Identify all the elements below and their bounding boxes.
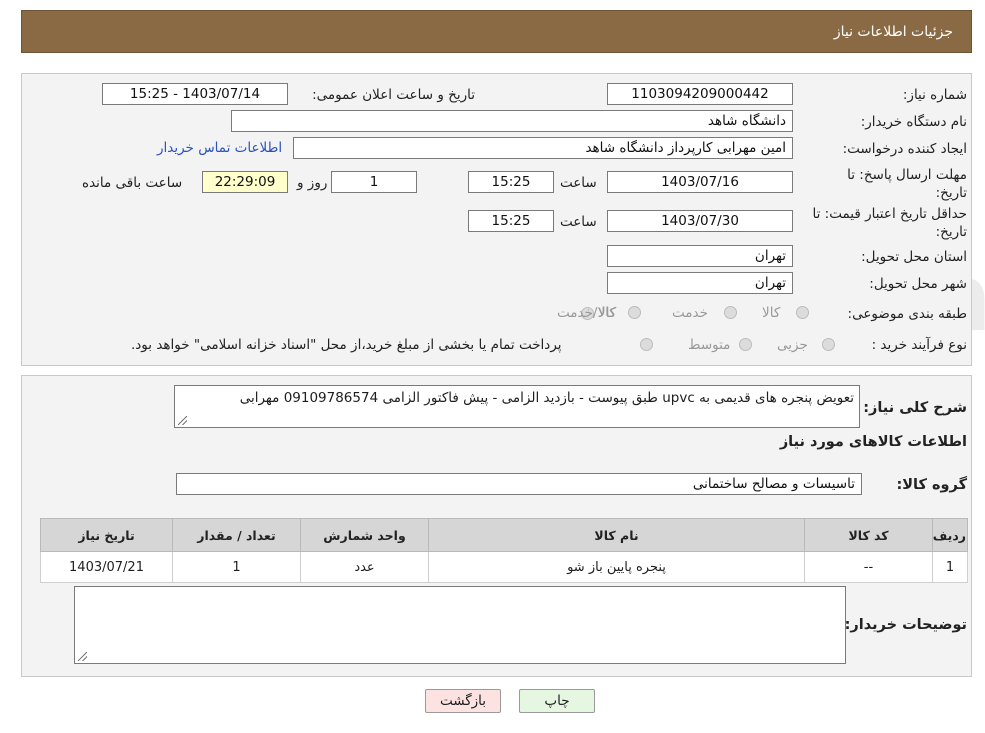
remaining-time-field: 22:29:09 bbox=[202, 171, 288, 193]
buyer-notes-textarea[interactable] bbox=[74, 586, 846, 664]
description-textarea[interactable]: تعویض پنجره های قدیمی به upvc طبق پیوست … bbox=[174, 385, 860, 428]
cell-row-index: 1 bbox=[932, 551, 968, 583]
process-label: نوع فرآیند خرید : bbox=[871, 337, 967, 353]
validity-time-field: 15:25 bbox=[468, 210, 554, 232]
deadline-date-field: 1403/07/16 bbox=[607, 171, 793, 193]
category-service-text: خدمت bbox=[672, 305, 708, 321]
cell-item-code: -- bbox=[804, 551, 933, 583]
province-field: تهران bbox=[607, 245, 793, 267]
header-need-date: تاریخ نیاز bbox=[40, 518, 173, 552]
creator-label: ایجاد کننده درخواست: bbox=[842, 141, 967, 157]
process-radio-medium[interactable] bbox=[739, 338, 752, 351]
page-header: جزئیات اطلاعات نیاز bbox=[21, 10, 972, 53]
process-radio-minor[interactable] bbox=[822, 338, 835, 351]
buyer-notes-label: توضیحات خریدار: bbox=[844, 617, 967, 633]
goods-group-field: تاسیسات و مصالح ساختمانی bbox=[176, 473, 862, 495]
process-medium-text: متوسط bbox=[688, 337, 731, 353]
announce-label: تاریخ و ساعت اعلان عمومی: bbox=[312, 87, 475, 103]
buyer-contact-link[interactable]: اطلاعات تماس خریدار bbox=[157, 140, 282, 156]
validity-label: حداقل تاریخ اعتبار قیمت: تا تاریخ: bbox=[812, 206, 967, 240]
province-label: استان محل تحویل: bbox=[861, 249, 967, 265]
days-label: روز و bbox=[297, 175, 328, 191]
process-minor-text: جزیی bbox=[777, 337, 808, 353]
header-quantity: تعداد / مقدار bbox=[172, 518, 301, 552]
cell-unit: عدد bbox=[300, 551, 429, 583]
table-row: 1 -- پنجره پایین باز شو عدد 1 1403/07/21 bbox=[40, 551, 968, 583]
cell-need-date: 1403/07/21 bbox=[40, 551, 173, 583]
category-radio-goods-btn[interactable] bbox=[796, 306, 809, 319]
category-goods-text: کالا bbox=[762, 305, 781, 321]
days-field: 1 bbox=[331, 171, 417, 193]
need-number-label: شماره نیاز: bbox=[902, 87, 967, 103]
need-number-field: 1103094209000442 bbox=[607, 83, 793, 105]
buyer-org-label: نام دستگاه خریدار: bbox=[860, 114, 967, 130]
process-note: پرداخت تمام یا بخشی از مبلغ خرید،از محل … bbox=[131, 337, 562, 353]
category-radio-service-btn[interactable] bbox=[724, 306, 737, 319]
cell-item-name: پنجره پایین باز شو bbox=[428, 551, 805, 583]
goods-table-header: ردیف کد کالا نام کالا واحد شمارش تعداد /… bbox=[40, 518, 968, 552]
header-item-name: نام کالا bbox=[428, 518, 805, 552]
deadline-label: مهلت ارسال پاسخ: تا تاریخ: bbox=[847, 167, 967, 201]
description-label: شرح کلی نیاز: bbox=[863, 400, 967, 416]
header-unit: واحد شمارش bbox=[300, 518, 429, 552]
remaining-label: ساعت باقی مانده bbox=[82, 175, 183, 191]
header-item-code: کد کالا bbox=[804, 518, 933, 552]
announce-field: 1403/07/14 - 15:25 bbox=[102, 83, 288, 105]
resize-grip-icon[interactable] bbox=[178, 416, 187, 425]
city-label: شهر محل تحویل: bbox=[869, 276, 967, 292]
category-label: طبقه بندی موضوعی: bbox=[847, 306, 967, 322]
deadline-time-label: ساعت bbox=[560, 175, 597, 191]
resize-grip-icon[interactable] bbox=[78, 652, 87, 661]
creator-field: امین مهرابی کارپرداز دانشگاه شاهد bbox=[293, 137, 793, 159]
category-radio-both-btn[interactable] bbox=[628, 306, 641, 319]
goods-group-label: گروه کالا: bbox=[896, 477, 967, 493]
back-button[interactable]: بازگشت bbox=[425, 689, 501, 713]
print-button[interactable]: چاپ bbox=[519, 689, 595, 713]
buyer-org-field: دانشگاه شاهد bbox=[231, 110, 793, 132]
city-field: تهران bbox=[607, 272, 793, 294]
goods-table: ردیف کد کالا نام کالا واحد شمارش تعداد /… bbox=[40, 518, 968, 583]
page-title: جزئیات اطلاعات نیاز bbox=[833, 24, 953, 40]
process-radio-treasury[interactable] bbox=[640, 338, 653, 351]
deadline-time-field: 15:25 bbox=[468, 171, 554, 193]
description-text: تعویض پنجره های قدیمی به upvc طبق پیوست … bbox=[239, 390, 854, 406]
header-row-index: ردیف bbox=[932, 518, 968, 552]
cell-quantity: 1 bbox=[172, 551, 301, 583]
validity-date-field: 1403/07/30 bbox=[607, 210, 793, 232]
category-both-text: کالا/خدمت bbox=[557, 305, 616, 321]
goods-info-title: اطلاعات کالاهای مورد نیاز bbox=[779, 434, 967, 450]
validity-time-label: ساعت bbox=[560, 214, 597, 230]
